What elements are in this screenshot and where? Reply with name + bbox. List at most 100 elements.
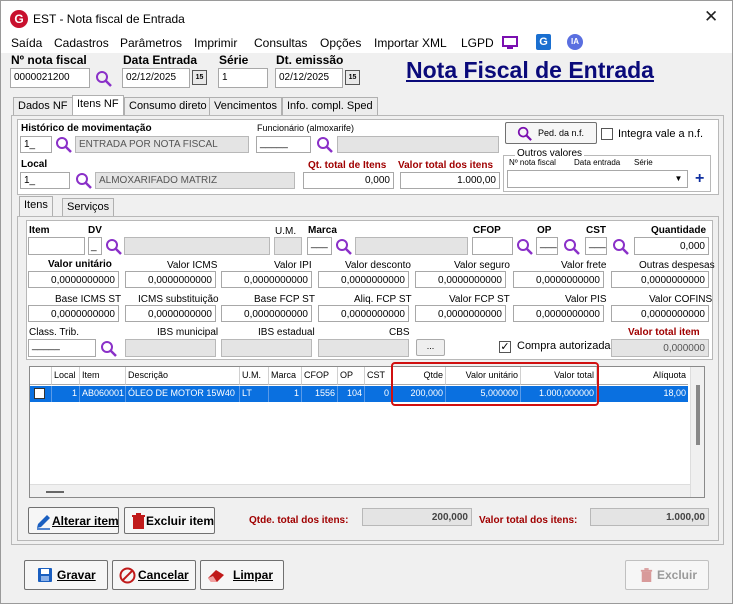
valor-seguro-input[interactable]: 0,0000000000 [415,271,506,288]
calendar-emissao-icon[interactable]: 15 [345,70,360,85]
menu-importar-xml[interactable]: Importar XML [374,36,447,50]
close-icon[interactable]: ✕ [704,7,718,27]
grid-header-um[interactable]: U.M. [240,367,269,385]
search-class-trib-icon[interactable] [100,340,117,357]
grid-cell-um[interactable]: LT [240,386,269,402]
search-marca-icon[interactable] [335,238,352,255]
scrollbar-thumb[interactable] [696,385,700,445]
ped-nf-button[interactable]: Ped. da n.f. [505,122,597,144]
grid-cell-marca[interactable]: 1 [269,386,302,402]
calendar-entrada-icon[interactable]: 15 [192,70,207,85]
grid-cell-item[interactable]: AB060001 [80,386,126,402]
quantidade-input[interactable]: 0,000 [634,237,709,255]
tab-info-compl[interactable]: Info. compl. Sped [282,97,378,116]
valor-unitario-input[interactable]: 0,0000000000 [28,271,119,288]
valor-frete-input[interactable]: 0,0000000000 [513,271,604,288]
valor-pis-input[interactable]: 0,0000000000 [513,305,604,322]
valor-fcp-st-input[interactable]: 0,0000000000 [415,305,506,322]
grid-cell-cst[interactable]: 0 [365,386,392,402]
aliq-fcp-st-input[interactable]: 0,0000000000 [318,305,409,322]
serie-input[interactable]: 1 [218,68,268,88]
valor-ipi-input[interactable]: 0,0000000000 [221,271,312,288]
grid-row-select[interactable] [30,386,52,402]
data-entrada-input[interactable]: 02/12/2025 [122,68,190,88]
menu-lgpd[interactable]: LGPD [461,36,494,50]
valor-cofins-input[interactable]: 0,0000000000 [611,305,709,322]
grid-header-marca[interactable]: Marca [269,367,302,385]
grid-cell-local[interactable]: 1 [52,386,80,402]
dt-emissao-input[interactable]: 02/12/2025 [275,68,343,88]
main-window: G EST - Nota fiscal de Entrada ✕ Saída C… [0,0,733,604]
icms-substituicao-input[interactable]: 0,0000000000 [125,305,216,322]
search-funcionario-icon[interactable] [316,136,333,153]
alterar-item-button[interactable]: Alterar item [28,507,119,534]
search-op-icon[interactable] [563,238,580,255]
menu-opcoes[interactable]: Opções [320,36,361,50]
grid-header-aliquota[interactable]: Alíquota [597,367,688,385]
grid-header-op[interactable]: OP [338,367,365,385]
cbs-details-button[interactable]: ... [416,339,445,356]
base-fcp-st-input[interactable]: 0,0000000000 [221,305,312,322]
item-input[interactable] [28,237,85,255]
valor-total-label: Valor total dos itens [398,160,494,171]
menu-parametros[interactable]: Parâmetros [120,36,182,50]
cancelar-button[interactable]: Cancelar [112,560,196,590]
cfop-input[interactable] [472,237,513,255]
h-scrollbar-thumb[interactable] [46,491,64,493]
tab-itens-nf[interactable]: Itens NF [72,95,124,116]
grid-cell-op[interactable]: 104 [338,386,365,402]
grid-cell-cfop[interactable]: 1556 [302,386,338,402]
grid-cell-descricao[interactable]: ÓLEO DE MOTOR 15W40 [126,386,240,402]
grid-cell-aliquota[interactable]: 18,00 [597,386,688,402]
tab-vencimentos[interactable]: Vencimentos [209,97,282,116]
tab-dados-nf[interactable]: Dados NF [13,97,73,116]
op-input[interactable]: ___ [536,237,558,255]
subtab-servicos[interactable]: Serviços [62,198,115,217]
search-item-icon[interactable] [105,238,122,255]
grid-vertical-scrollbar[interactable] [690,367,704,497]
tab-consumo-direto[interactable]: Consumo direto [124,97,212,116]
chevron-down-icon[interactable]: ▼ [671,172,686,186]
gravar-button[interactable]: Gravar [24,560,108,590]
cst-input[interactable]: ___ [585,237,607,255]
search-nota-icon[interactable] [95,70,112,87]
menu-consultas[interactable]: Consultas [254,36,307,50]
marca-input[interactable]: ___ [307,237,332,255]
valor-desconto-input[interactable]: 0,0000000000 [318,271,409,288]
class-trib-input[interactable]: _____ [28,339,96,357]
grid-horizontal-scrollbar[interactable] [30,484,690,497]
search-cst-icon[interactable] [612,238,629,255]
local-code-input[interactable]: 1_ [20,172,70,189]
outras-despesas-input[interactable]: 0,0000000000 [611,271,709,288]
search-historico-icon[interactable] [55,136,72,153]
valor-icms-input[interactable]: 0,0000000000 [125,271,216,288]
integra-checkbox[interactable] [601,128,613,140]
grid-header-local[interactable]: Local [52,367,80,385]
dv-input[interactable]: _ [88,237,102,255]
limpar-button[interactable]: Limpar [200,560,284,590]
compra-autorizada-label: Compra autorizada [517,340,611,352]
excluir-button[interactable]: Excluir [625,560,709,590]
plus-icon[interactable]: + [695,170,704,188]
funcionario-input[interactable]: _____ [256,136,311,153]
excluir-item-button[interactable]: Excluir item [124,507,215,534]
grid-header-item[interactable]: Item [80,367,126,385]
menu-imprimir[interactable]: Imprimir [194,36,237,50]
g-app-icon[interactable]: G [536,34,551,50]
outros-valores-select[interactable] [507,170,688,188]
menu-cadastros[interactable]: Cadastros [54,36,109,50]
search-local-icon[interactable] [75,172,92,189]
grid-header-cfop[interactable]: CFOP [302,367,338,385]
row-checkbox[interactable] [34,388,45,399]
historico-code-input[interactable]: 1_ [20,136,52,153]
subtab-itens[interactable]: Itens [19,196,53,217]
base-icms-st-input[interactable]: 0,0000000000 [28,305,119,322]
grid-header-descricao[interactable]: Descrição [126,367,240,385]
grid-header-cst[interactable]: CST [365,367,392,385]
nota-fiscal-input[interactable]: 0000021200 [10,68,90,88]
compra-autorizada-checkbox[interactable]: ✓ [499,341,511,353]
search-cfop-icon[interactable] [516,238,533,255]
monitor-icon[interactable] [502,36,518,50]
ia-icon[interactable]: IA [567,34,583,50]
menu-saida[interactable]: Saída [11,36,42,50]
